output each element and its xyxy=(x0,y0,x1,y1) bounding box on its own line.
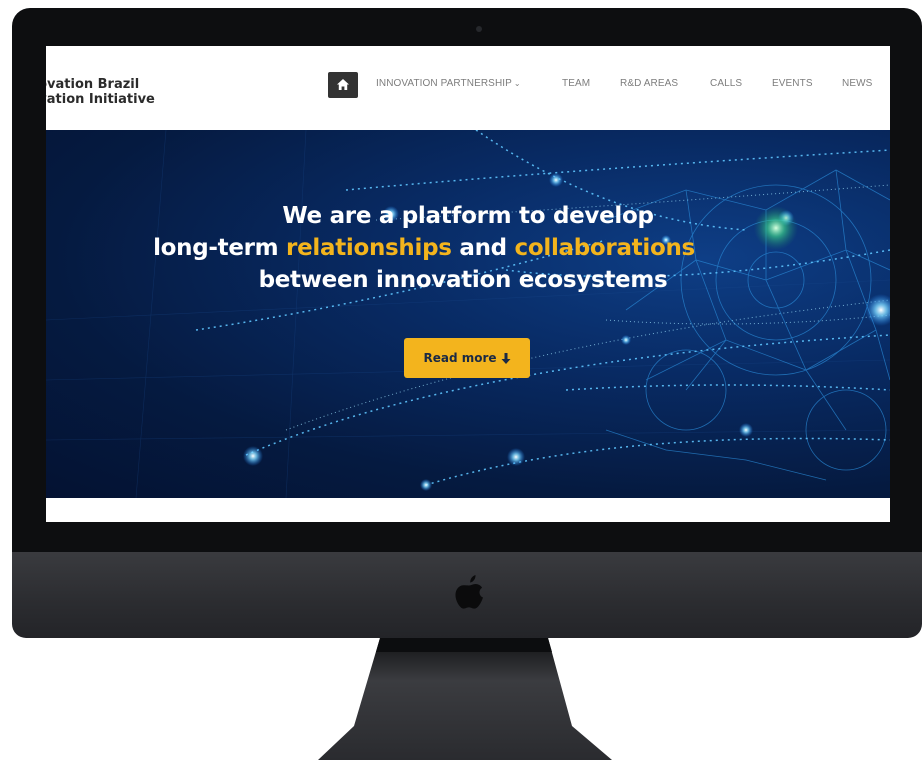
hero-banner: We are a platform to develop long-term r… xyxy=(46,130,890,498)
hero-line1: We are a platform to develop xyxy=(282,203,654,229)
website-screen: Inovation Brazil Innovation Initiative I… xyxy=(46,46,890,522)
highlight-relationships: relationships xyxy=(286,235,452,261)
hero-line3: between innovation ecosystems xyxy=(258,267,668,293)
nav-item-team[interactable]: TEAM xyxy=(562,78,590,89)
home-button[interactable] xyxy=(328,72,358,98)
nav-item-calls[interactable]: CALLS xyxy=(710,78,742,89)
chevron-down-icon: ⌄ xyxy=(513,79,521,88)
apple-logo-icon xyxy=(455,575,483,609)
read-more-button[interactable]: Read more xyxy=(404,338,530,378)
network-background xyxy=(46,130,890,498)
imac-mockup: Inovation Brazil Innovation Initiative I… xyxy=(0,0,922,760)
nav-item-events[interactable]: EVENTS xyxy=(772,78,813,89)
read-more-label: Read more xyxy=(423,351,497,365)
highlight-collaborations: collaborations xyxy=(514,235,696,261)
nav-item-rd-areas[interactable]: R&D AREAS xyxy=(620,78,678,89)
logo-line2: Innovation Initiative xyxy=(46,92,155,107)
home-icon xyxy=(337,79,349,90)
arrow-down-icon xyxy=(501,352,511,364)
logo-line1: Inovation Brazil xyxy=(46,77,140,92)
navbar: Inovation Brazil Innovation Initiative I… xyxy=(46,46,890,130)
site-logo[interactable]: Inovation Brazil Innovation Initiative xyxy=(46,77,196,107)
nav-item-innovation-partnership[interactable]: INNOVATION PARTNERSHIP ⌄ xyxy=(376,78,521,89)
camera xyxy=(476,26,482,32)
page-below-hero xyxy=(46,498,890,522)
hero-line2: long-term relationships and collaboratio… xyxy=(153,235,696,261)
hero-headline: We are a platform to develop long-term r… xyxy=(46,200,890,296)
nav-item-news[interactable]: NEWS xyxy=(842,78,872,89)
